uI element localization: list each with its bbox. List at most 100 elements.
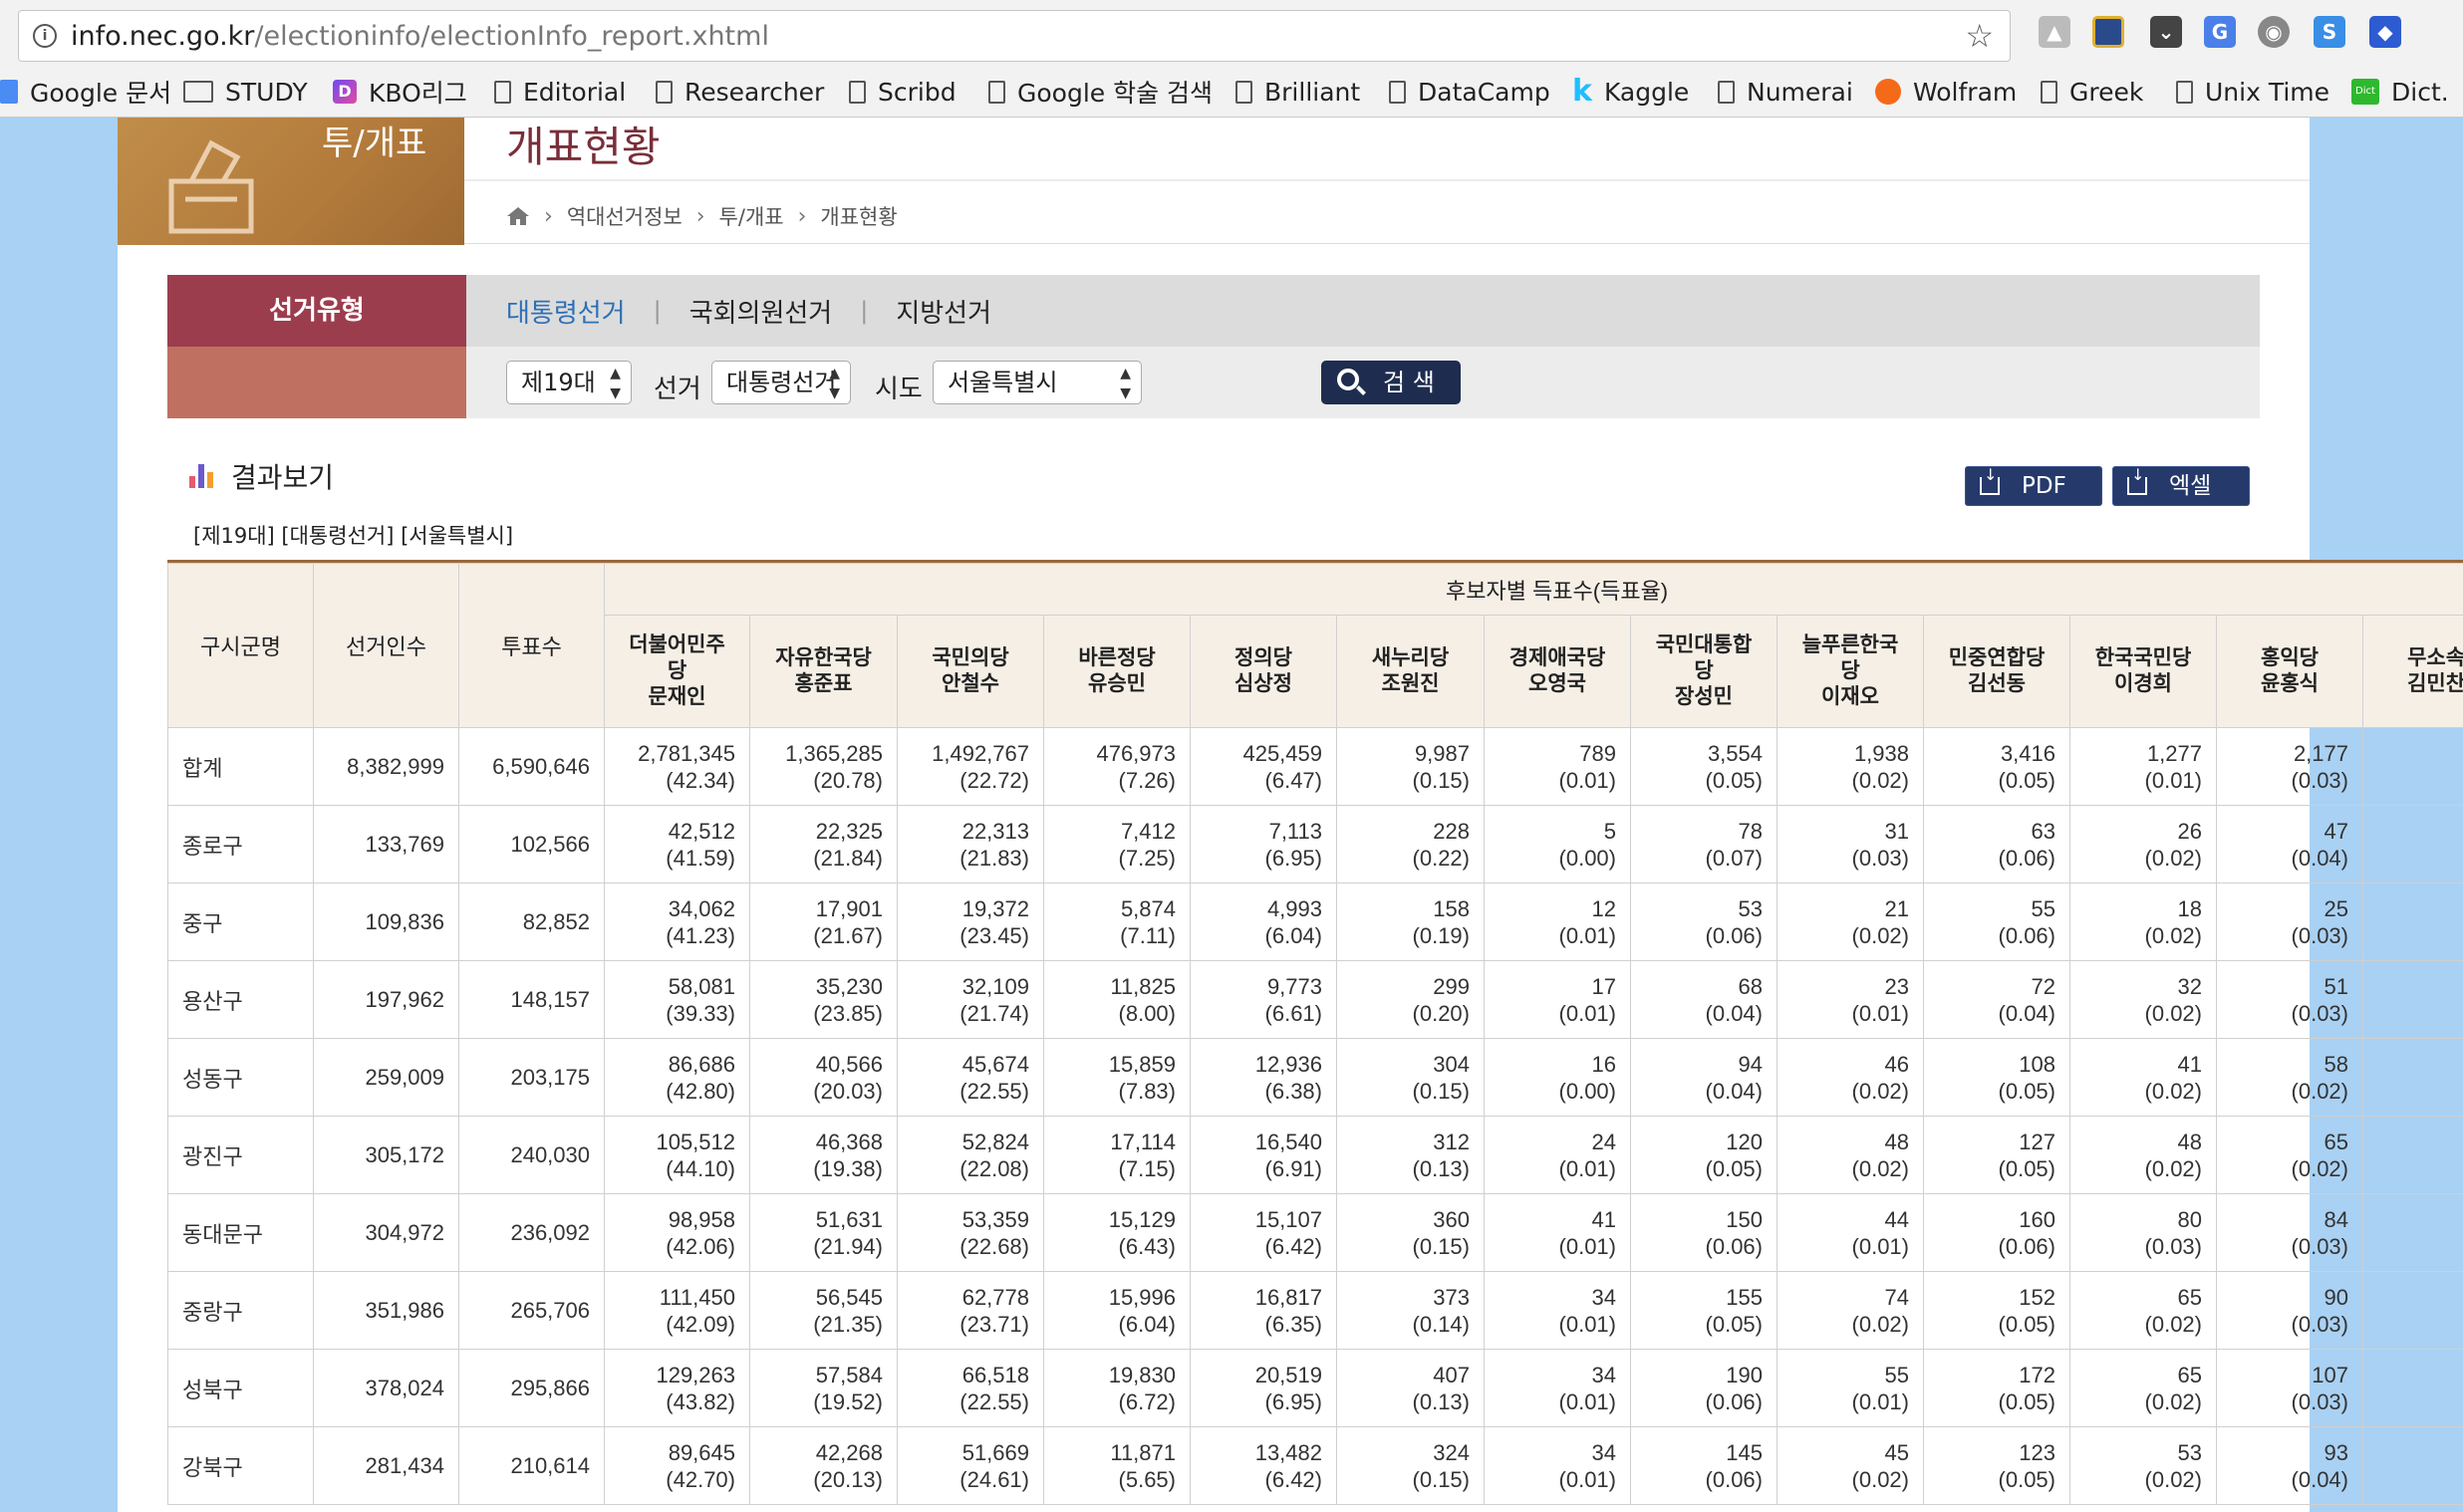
vote-share: (0.04) [1705, 1000, 1763, 1026]
candidate-votes-cell: 152 (0.05) [1923, 1271, 2070, 1350]
url-host: info.nec.go.kr [71, 21, 255, 52]
vote-share: (21.83) [959, 845, 1029, 871]
vote-count: 32 [2177, 973, 2202, 999]
vote-count: 42,268 [815, 1439, 883, 1465]
vote-share: (0.15) [1412, 1078, 1470, 1104]
drive-extension-icon[interactable]: ▲ [2039, 16, 2070, 48]
breadcrumb-item[interactable]: 투/개표 [719, 201, 784, 231]
eye-extension-icon[interactable]: ◉ [2258, 16, 2290, 48]
bookmark-datacamp[interactable]: DataCamp [1389, 76, 1550, 108]
bookmark-kbo[interactable]: D KBO리그 [333, 76, 467, 108]
bookmark-label: KBO리그 [369, 79, 467, 108]
vote-share: (21.67) [813, 922, 883, 948]
table-row: 성북구 378,024 295,866 129,263 (43.82) 57,584 (19… [167, 1349, 2463, 1427]
candidate-votes-cell: 24 (0.01) [1484, 1116, 1631, 1194]
election-select[interactable]: 대통령선거 ▲ ▼ [711, 361, 851, 404]
vote-count: 228 [1433, 818, 1470, 844]
candidate-votes-cell: 19,830 (6.72) [1043, 1349, 1191, 1427]
bookmark-scribd[interactable]: Scribd [849, 76, 957, 108]
bookmark-researcher[interactable]: Researcher [656, 76, 824, 108]
candidate-votes-cell: 2,177 (0.03) [2216, 727, 2363, 806]
candidate-votes-cell: 15,107 (6.42) [1190, 1193, 1337, 1272]
vote-share: (0.05) [1998, 1311, 2055, 1337]
vote-share: (0.01) [2144, 767, 2202, 793]
pocket-extension-icon[interactable]: ⌄ [2150, 16, 2182, 48]
vote-share: (19.38) [813, 1155, 883, 1181]
candidate-votes-cell: 160 (0.06) [1923, 1193, 2070, 1272]
search-button[interactable]: 검 색 [1321, 361, 1461, 404]
term-select-value: 제19대 [521, 369, 596, 396]
vote-share: (0.01) [1851, 1388, 1909, 1414]
info-icon[interactable]: i [33, 24, 57, 48]
bookmark-unix-time[interactable]: Unix Time [2176, 76, 2329, 108]
vote-share: (6.95) [1264, 845, 1322, 871]
candidate-votes-cell: 45 (0.02) [1777, 1426, 1924, 1505]
vote-share: (42.80) [666, 1078, 735, 1104]
bookmark-star-icon[interactable]: ☆ [1965, 17, 1994, 55]
pdf-download-button[interactable]: PDF [1965, 466, 2102, 506]
candidate-votes-cell: 373 (0.14) [1336, 1271, 1485, 1350]
candidate-header-line: 윤홍식 [2261, 672, 2319, 695]
candidate-votes-cell: 9,987 (0.15) [1336, 727, 1485, 806]
page-icon [988, 80, 1005, 104]
vote-share: (0.02) [2291, 1155, 2348, 1181]
bookmark-study[interactable]: STUDY [183, 76, 308, 108]
bookmark-numerai[interactable]: Numerai [1718, 76, 1853, 108]
page-icon [1389, 80, 1406, 104]
candidate-votes-cell: 7,113 (6.95) [1190, 805, 1337, 883]
vote-share: (6.95) [1264, 1388, 1322, 1414]
excel-download-button[interactable]: 엑셀 [2112, 466, 2250, 506]
province-select[interactable]: 서울특별시 ▲ ▼ [933, 361, 1142, 404]
candidate-votes-cell: (0. [2361, 1193, 2463, 1272]
table-row: 합계 8,382,999 6,590,646 2,781,345 (42.34) 1,36… [167, 727, 2463, 806]
vote-count: 22,313 [961, 818, 1029, 844]
tab-presidential[interactable]: 대통령선거 [506, 293, 626, 330]
updown-icon: ▲ ▼ [1120, 366, 1131, 401]
candidate-votes-cell: 65 (0.02) [2069, 1271, 2217, 1350]
vote-share: (6.38) [1264, 1078, 1322, 1104]
url-path: /electioninfo/electionInfo_report.xhtml [254, 21, 769, 52]
bookmark-dict[interactable]: Dict Dict. [2351, 76, 2449, 108]
bookmark-google-docs[interactable]: Google 문서 [0, 76, 171, 108]
bookmark-google-scholar[interactable]: Google 학술 검색 [988, 76, 1213, 108]
results-caption: [제19대] [대통령선거] [서울특별시] [193, 524, 514, 548]
breadcrumb-item[interactable]: 개표현황 [820, 201, 897, 231]
candidate-votes-cell: 53 (0.02) [2069, 1426, 2217, 1505]
candidate-header-line: 정의당 [1234, 646, 1292, 669]
profile-extension-icon[interactable] [2092, 16, 2124, 48]
home-icon[interactable] [506, 206, 530, 226]
electorate-cell: 304,972 [313, 1193, 459, 1272]
vote-count: 52,824 [961, 1129, 1029, 1154]
vote-share: (0.00) [1558, 1078, 1616, 1104]
bookmark-wolfram[interactable]: Wolfram [1875, 76, 2017, 108]
bookmark-kaggle[interactable]: k Kaggle [1572, 76, 1689, 108]
bookmark-brilliant[interactable]: Brilliant [1235, 76, 1360, 108]
header-candidate: 정의당 심상정 [1190, 615, 1337, 728]
vote-share: (42.34) [666, 767, 735, 793]
vote-count: 158 [1433, 895, 1470, 921]
breadcrumb-item[interactable]: 역대선거정보 [567, 201, 683, 231]
vote-share: (0. [2363, 767, 2463, 794]
candidate-header-line: 김민찬 [2407, 672, 2463, 695]
candidate-votes-cell: 1,365,285 (20.78) [749, 727, 898, 806]
translate-extension-icon[interactable]: G [2204, 16, 2236, 48]
vote-share: (0.06) [1705, 922, 1763, 948]
bookmark-editorial[interactable]: Editorial [494, 76, 626, 108]
s-extension-icon[interactable]: S [2314, 16, 2345, 48]
graduation-extension-icon[interactable]: ◆ [2369, 16, 2401, 48]
vote-count: 72 [2031, 973, 2055, 999]
tab-national-assembly[interactable]: 국회의원선거 [689, 293, 833, 330]
bookmark-greek[interactable]: Greek [2041, 76, 2143, 108]
candidate-header-line: 당 [1694, 659, 1714, 682]
page-icon [2041, 80, 2057, 104]
vote-share: (6.04) [1264, 922, 1322, 948]
term-select[interactable]: 제19대 ▲ ▼ [506, 361, 632, 404]
vote-share: (0.02) [1851, 1078, 1909, 1104]
tab-local[interactable]: 지방선거 [896, 293, 991, 330]
url-text[interactable]: info.nec.go.kr/electioninfo/electionInfo… [71, 21, 769, 52]
vote-share: (0.06) [1705, 1388, 1763, 1414]
vote-share: (0. [2363, 986, 2463, 1013]
address-bar[interactable]: i info.nec.go.kr/electioninfo/electionIn… [18, 10, 2011, 62]
candidate-votes-cell: 789 (0.01) [1484, 727, 1631, 806]
vote-share: (7.26) [1118, 767, 1176, 793]
